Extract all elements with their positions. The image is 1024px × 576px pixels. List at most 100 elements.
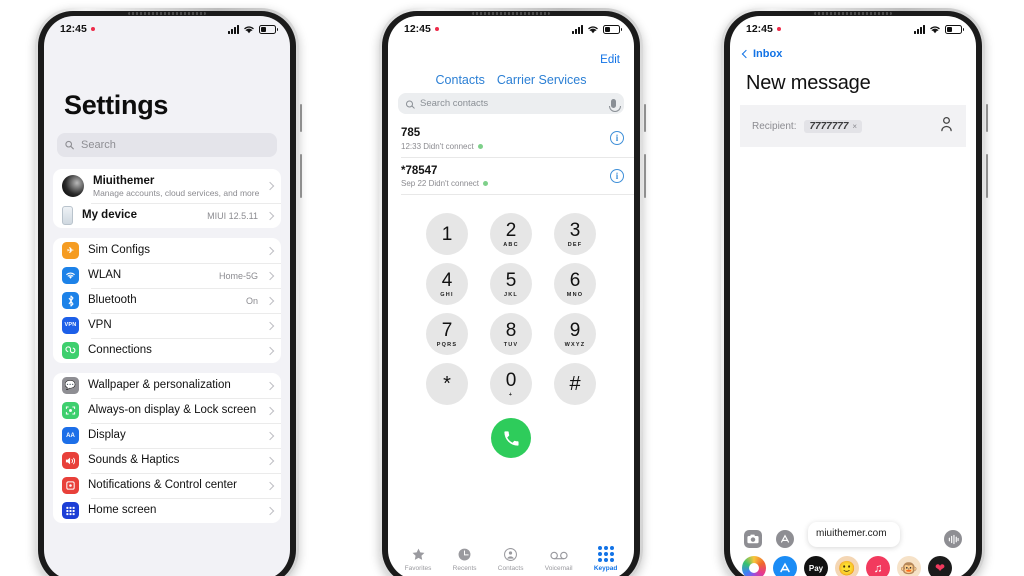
device-bezel: 12:45 Inbox New message Recipient: 77777… xyxy=(724,11,982,576)
back-label: Inbox xyxy=(753,48,783,60)
message-compose-area[interactable] xyxy=(730,147,976,530)
app-store-icon[interactable] xyxy=(776,530,794,548)
settings-group-personalization: 💬 Wallpaper & personalization Always-on … xyxy=(53,373,281,523)
keypad-key-8[interactable]: 8 TUV xyxy=(490,313,532,356)
status-bar: 12:45 xyxy=(44,16,290,38)
chevron-right-icon xyxy=(265,246,275,255)
item-label: Wallpaper & personalization xyxy=(88,379,231,392)
item-label: Bluetooth xyxy=(88,294,137,307)
call-list-item[interactable]: 785 12:33 Didn't connect i xyxy=(388,120,634,158)
airplane-icon: ✈ xyxy=(62,242,79,259)
chevron-right-icon xyxy=(265,406,275,415)
search-contacts-input[interactable]: Search contacts xyxy=(398,93,624,114)
star-icon xyxy=(412,548,424,560)
recipient-field[interactable]: Recipient: 7777777 × xyxy=(740,105,966,147)
keypad-key-1[interactable]: 1 xyxy=(426,213,468,256)
info-icon[interactable]: i xyxy=(610,131,624,146)
item-label: Connections xyxy=(88,344,152,357)
sidebar-item-wlan[interactable]: WLAN Home-5G xyxy=(53,263,281,288)
aod-icon xyxy=(62,402,79,419)
person-add-icon[interactable] xyxy=(939,116,954,137)
keypad-icon xyxy=(597,546,614,562)
vpn-icon: VPN xyxy=(62,317,79,334)
close-icon[interactable]: × xyxy=(852,122,857,131)
chevron-right-icon xyxy=(265,506,275,515)
search-input[interactable]: Search xyxy=(57,133,277,157)
back-to-inbox-button[interactable]: Inbox xyxy=(730,38,976,60)
sidebar-item-display[interactable]: AA Display xyxy=(53,423,281,448)
keypad-key-5[interactable]: 5 JKL xyxy=(490,263,532,306)
sidebar-item-vpn[interactable]: VPN VPN xyxy=(53,313,281,338)
status-bar-time: 12:45 xyxy=(404,23,431,35)
call-number: *78547 xyxy=(401,164,438,177)
call-button[interactable] xyxy=(491,418,531,459)
tab-carrier-services[interactable]: Carrier Services xyxy=(497,73,587,87)
sidebar-item-bluetooth[interactable]: Bluetooth On xyxy=(53,288,281,313)
chevron-right-icon xyxy=(265,346,275,355)
keypad-key-2[interactable]: 2 ABC xyxy=(490,213,532,256)
sidebar-item-notifications[interactable]: Notifications & Control center xyxy=(53,473,281,498)
camera-icon[interactable] xyxy=(744,530,762,548)
keypad-key-hash[interactable]: # xyxy=(554,363,596,406)
edit-button[interactable]: Edit xyxy=(388,38,634,66)
keypad-key-9[interactable]: 9 WXYZ xyxy=(554,313,596,356)
monkey-sticker-icon[interactable]: 🐵 xyxy=(897,556,921,576)
apple-pay-icon[interactable]: Pay xyxy=(804,556,828,576)
messages-screen: 12:45 Inbox New message Recipient: 77777… xyxy=(730,16,976,576)
sidebar-item-sounds-haptics[interactable]: Sounds & Haptics xyxy=(53,448,281,473)
device-bezel: 12:45 Edit Contacts Carrier Services Sea… xyxy=(382,11,640,576)
sidebar-item-my-device[interactable]: My device MIUI 12.5.11 xyxy=(53,203,281,228)
keypad-key-star[interactable]: * xyxy=(426,363,468,406)
tab-contacts[interactable]: Contacts xyxy=(436,73,485,87)
tab-favorites[interactable]: Favorites xyxy=(405,547,431,572)
tab-recents[interactable]: Recents xyxy=(453,547,477,572)
wifi-icon xyxy=(930,25,940,33)
recipient-chip[interactable]: 7777777 × xyxy=(804,119,863,133)
wallpaper-icon: 💬 xyxy=(62,377,79,394)
record-dot-icon xyxy=(434,27,439,31)
sidebar-item-sim-configs[interactable]: ✈ Sim Configs xyxy=(53,238,281,263)
tab-keypad[interactable]: Keypad xyxy=(594,546,617,572)
sound-icon xyxy=(62,452,79,469)
keypad-key-0[interactable]: 0 + xyxy=(490,363,532,406)
sidebar-item-aod-lockscreen[interactable]: Always-on display & Lock screen xyxy=(53,398,281,423)
chevron-right-icon xyxy=(265,296,275,305)
wifi-icon xyxy=(588,25,598,33)
status-bar: 12:45 xyxy=(388,16,634,38)
item-value: Home-5G xyxy=(218,270,258,281)
microphone-icon[interactable] xyxy=(608,99,621,112)
memoji-icon[interactable]: 🙂 xyxy=(835,556,859,576)
search-icon xyxy=(406,100,413,107)
item-label: Display xyxy=(88,429,126,442)
sidebar-item-connections[interactable]: Connections xyxy=(53,338,281,363)
connections-icon xyxy=(62,342,79,359)
settings-group-account: Miuithemer Manage accounts, cloud servic… xyxy=(53,169,281,228)
info-icon[interactable]: i xyxy=(610,168,624,183)
bluetooth-icon xyxy=(62,292,79,309)
chevron-right-icon xyxy=(265,211,275,220)
cellular-bars-icon xyxy=(914,24,925,34)
photos-icon[interactable] xyxy=(742,556,766,576)
keypad-key-4[interactable]: 4 GHI xyxy=(426,263,468,306)
app-store-icon[interactable] xyxy=(773,556,797,576)
tab-voicemail[interactable]: Voicemail xyxy=(545,549,573,572)
item-label: Notifications & Control center xyxy=(88,479,237,492)
battery-icon xyxy=(259,24,278,34)
sidebar-item-wallpaper[interactable]: 💬 Wallpaper & personalization xyxy=(53,373,281,398)
chevron-right-icon xyxy=(265,431,275,440)
sidebar-item-home-screen[interactable]: Home screen xyxy=(53,498,281,523)
item-label: Sim Configs xyxy=(88,244,150,257)
tab-contacts[interactable]: Contacts xyxy=(498,547,523,572)
sidebar-item-account[interactable]: Miuithemer Manage accounts, cloud servic… xyxy=(53,169,281,203)
keypad-key-3[interactable]: 3 DEF xyxy=(554,213,596,256)
digital-touch-icon[interactable]: ❤ xyxy=(928,556,952,576)
chevron-right-icon xyxy=(265,271,275,280)
display-icon: AA xyxy=(62,427,79,444)
keypad-key-7[interactable]: 7 PQRS xyxy=(426,313,468,356)
battery-icon xyxy=(603,24,622,34)
audio-waveform-icon[interactable] xyxy=(944,530,962,548)
keypad-key-6[interactable]: 6 MNO xyxy=(554,263,596,306)
music-icon[interactable]: ♫ xyxy=(866,556,890,576)
call-list-item[interactable]: *78547 Sep 22 Didn't connect i xyxy=(388,158,634,196)
status-dot-icon xyxy=(483,181,489,187)
